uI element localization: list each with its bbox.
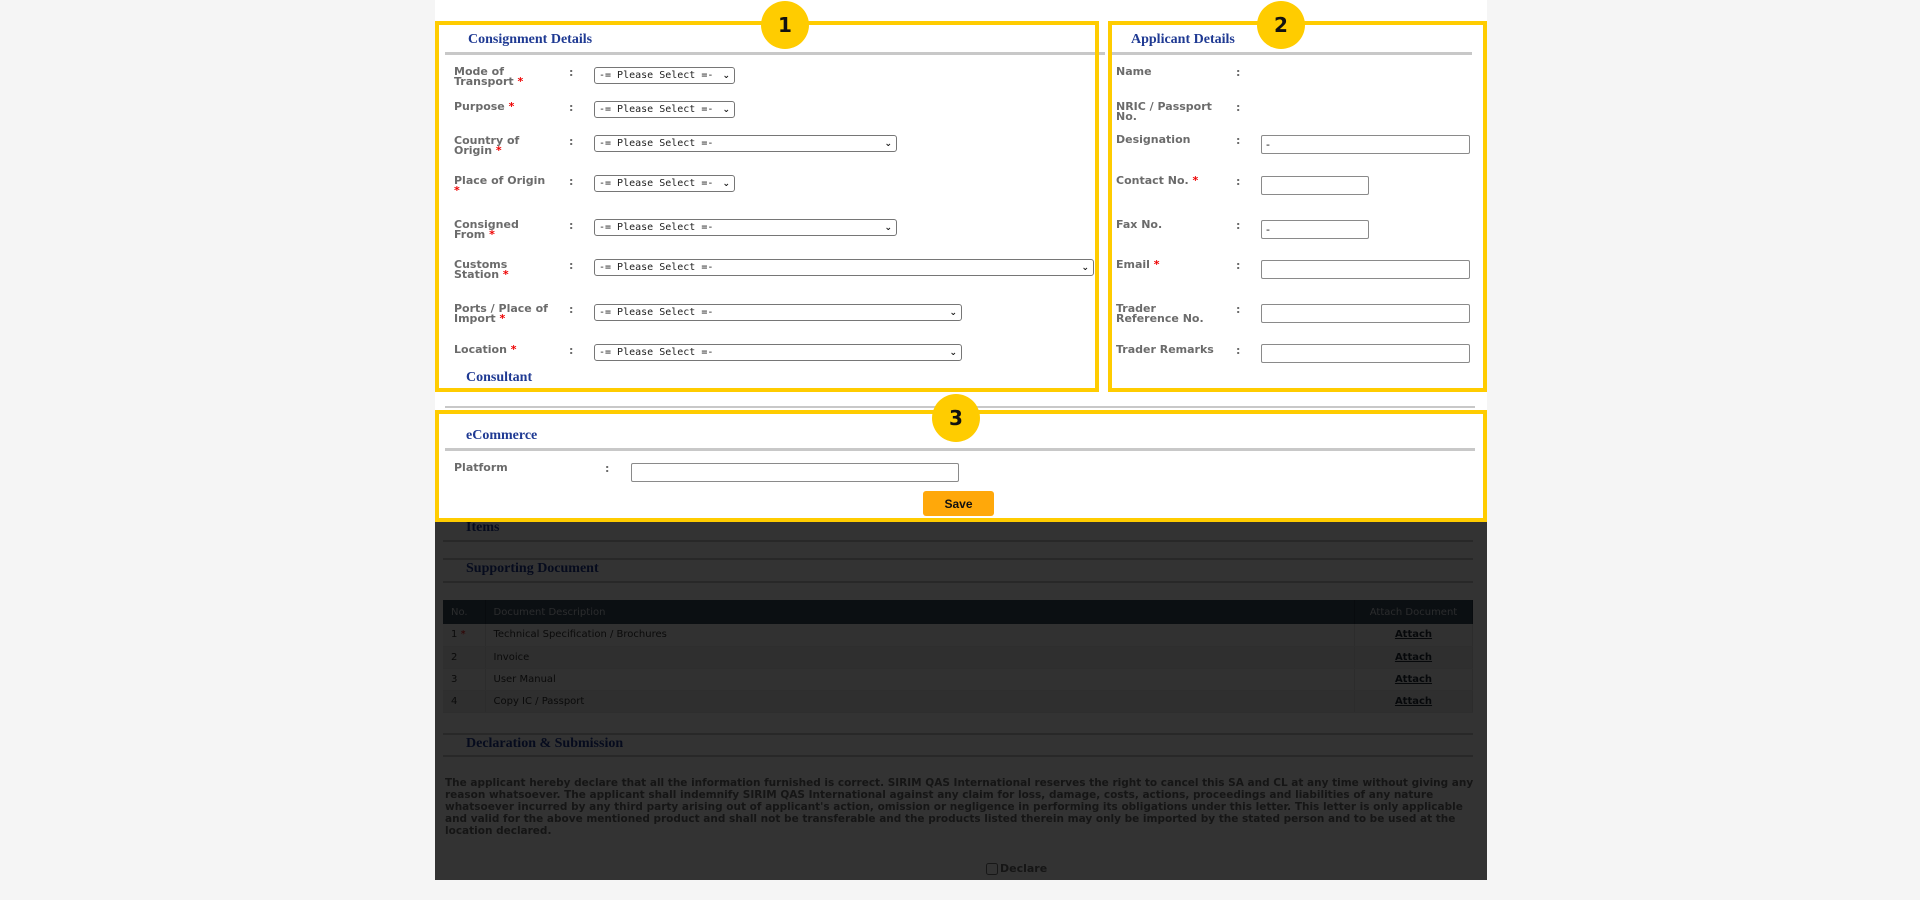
colon: : bbox=[1236, 259, 1241, 272]
consultant-title: Consultant bbox=[466, 370, 533, 385]
required-marker: * bbox=[508, 100, 515, 113]
colon: : bbox=[569, 135, 574, 148]
chevron-down-icon: ⌄ bbox=[884, 138, 892, 149]
required-marker: * bbox=[502, 268, 509, 281]
chevron-down-icon: ⌄ bbox=[949, 347, 957, 358]
chevron-down-icon: ⌄ bbox=[722, 178, 730, 189]
chevron-down-icon: ⌄ bbox=[722, 104, 730, 115]
customs-station-select[interactable]: -= Please Select =- ⌄ bbox=[594, 259, 1094, 276]
chevron-down-icon: ⌄ bbox=[722, 70, 730, 81]
label-consigned-from: Consigned From * bbox=[454, 218, 519, 241]
label-country-of-origin: Country of Origin * bbox=[454, 134, 520, 157]
trader-remarks-input[interactable] bbox=[1261, 344, 1470, 363]
label-platform: Platform bbox=[454, 461, 508, 474]
colon: : bbox=[1236, 219, 1241, 232]
consignment-rule bbox=[445, 52, 1105, 55]
chevron-down-icon: ⌄ bbox=[884, 222, 892, 233]
colon: : bbox=[569, 175, 574, 188]
designation-input[interactable]: - bbox=[1261, 135, 1470, 154]
chevron-down-icon: ⌄ bbox=[1081, 262, 1089, 273]
label-email: Email * bbox=[1116, 258, 1160, 271]
ecommerce-title: eCommerce bbox=[466, 428, 538, 443]
ports-place-of-import-select[interactable]: -= Please Select =- ⌄ bbox=[594, 304, 962, 321]
label-ports-place-of-import: Ports / Place of Import * bbox=[454, 302, 548, 325]
colon: : bbox=[1236, 134, 1241, 147]
label-location: Location * bbox=[454, 343, 517, 356]
platform-input[interactable] bbox=[631, 463, 959, 482]
mode-of-transport-select[interactable]: -= Please Select =- ⌄ bbox=[594, 67, 735, 84]
annotation-badge-1: 1 bbox=[761, 1, 809, 49]
applicant-title: Applicant Details bbox=[1131, 32, 1235, 47]
label-designation: Designation bbox=[1116, 133, 1191, 146]
colon: : bbox=[1236, 66, 1241, 79]
label-fax-no: Fax No. bbox=[1116, 218, 1163, 231]
applicant-rule bbox=[1112, 52, 1472, 55]
annotation-badge-3: 3 bbox=[932, 394, 980, 442]
consigned-from-select[interactable]: -= Please Select =- ⌄ bbox=[594, 219, 897, 236]
label-customs-station: Customs Station * bbox=[454, 258, 509, 281]
location-select[interactable]: -= Please Select =- ⌄ bbox=[594, 344, 962, 361]
consignment-title: Consignment Details bbox=[468, 32, 593, 47]
fax-no-input[interactable]: - bbox=[1261, 220, 1369, 239]
required-marker: * bbox=[1192, 174, 1199, 187]
required-marker: * bbox=[1153, 258, 1160, 271]
contact-no-input[interactable] bbox=[1261, 176, 1369, 195]
required-marker: * bbox=[510, 343, 517, 356]
label-name: Name bbox=[1116, 65, 1152, 78]
annotation-badge-2: 2 bbox=[1257, 1, 1305, 49]
save-button[interactable]: Save bbox=[923, 491, 994, 516]
colon: : bbox=[1236, 344, 1241, 357]
required-marker: * bbox=[517, 75, 524, 88]
label-mode-of-transport: Mode of Transport * bbox=[454, 65, 524, 88]
label-contact-no: Contact No. * bbox=[1116, 174, 1199, 187]
label-trader-remarks: Trader Remarks bbox=[1116, 343, 1214, 356]
colon: : bbox=[569, 303, 574, 316]
colon: : bbox=[569, 66, 574, 79]
colon: : bbox=[569, 219, 574, 232]
chevron-down-icon: ⌄ bbox=[949, 307, 957, 318]
required-marker: * bbox=[454, 184, 460, 197]
place-of-origin-select[interactable]: -= Please Select =- ⌄ bbox=[594, 175, 735, 192]
country-of-origin-select[interactable]: -= Please Select =- ⌄ bbox=[594, 135, 897, 152]
colon: : bbox=[1236, 175, 1241, 188]
purpose-select[interactable]: -= Please Select =- ⌄ bbox=[594, 101, 735, 118]
colon: : bbox=[569, 259, 574, 272]
label-purpose: Purpose * bbox=[454, 100, 515, 113]
ecommerce-rule bbox=[445, 448, 1475, 451]
required-marker: * bbox=[495, 144, 502, 157]
required-marker: * bbox=[499, 312, 506, 325]
dim-overlay bbox=[435, 522, 1487, 880]
trader-reference-no-input[interactable] bbox=[1261, 304, 1470, 323]
email-input[interactable] bbox=[1261, 260, 1470, 279]
label-place-of-origin: Place of Origin * bbox=[454, 174, 546, 197]
required-marker: * bbox=[489, 228, 495, 241]
colon: : bbox=[1236, 101, 1241, 114]
colon: : bbox=[569, 101, 574, 114]
label-nric-passport: NRIC / Passport No. bbox=[1116, 100, 1212, 123]
label-trader-reference-no: Trader Reference No. bbox=[1116, 302, 1204, 325]
colon: : bbox=[569, 344, 574, 357]
colon: : bbox=[1236, 303, 1241, 316]
colon: : bbox=[605, 462, 610, 475]
